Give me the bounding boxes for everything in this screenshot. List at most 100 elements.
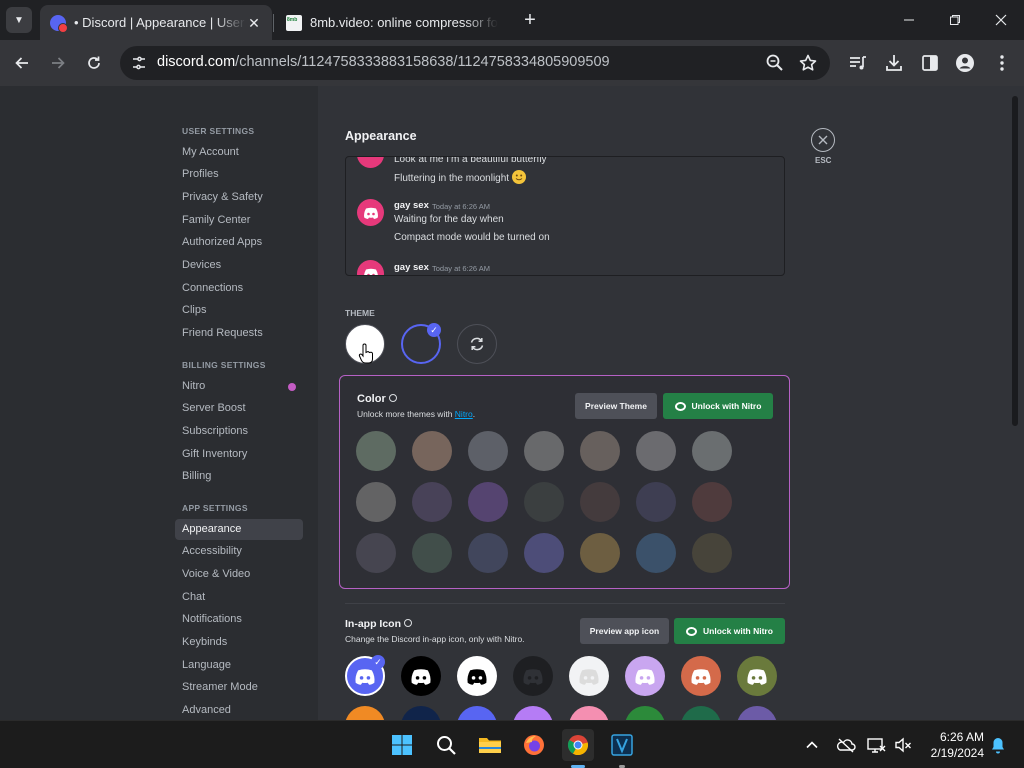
notification-bell-icon[interactable] (988, 735, 1008, 755)
sidebar-item-friend-requests[interactable]: Friend Requests (175, 323, 303, 344)
sidebar-item-notifications[interactable]: Notifications (175, 609, 303, 630)
unlock-nitro-button[interactable]: Unlock with Nitro (663, 393, 773, 419)
taskbar-firefox[interactable] (518, 729, 550, 761)
sidebar-item-language[interactable]: Language (175, 655, 303, 676)
color-swatch[interactable] (524, 533, 564, 573)
app-icon-option[interactable] (681, 656, 721, 696)
sidebar-item-privacy-safety[interactable]: Privacy & Safety (175, 187, 303, 208)
media-controls-icon[interactable] (847, 52, 869, 74)
sidebar-item-authorized-apps[interactable]: Authorized Apps (175, 232, 303, 253)
site-settings-icon[interactable] (130, 54, 148, 72)
color-swatch[interactable] (636, 533, 676, 573)
sidebar-item-keybinds[interactable]: Keybinds (175, 632, 303, 653)
app-icon-option[interactable] (457, 706, 497, 720)
forward-arrow-icon[interactable] (44, 49, 72, 77)
app-icon-option[interactable] (625, 706, 665, 720)
chrome-menu-icon[interactable] (991, 52, 1013, 74)
sidebar-item-voice-video[interactable]: Voice & Video (175, 564, 303, 585)
theme-sync-option[interactable] (457, 324, 497, 364)
sidebar-item-streamer-mode[interactable]: Streamer Mode (175, 677, 303, 698)
color-swatch[interactable] (580, 431, 620, 471)
sidebar-item-advanced[interactable]: Advanced (175, 700, 303, 720)
sidebar-item-subscriptions[interactable]: Subscriptions (175, 421, 303, 442)
app-icon-option[interactable] (569, 706, 609, 720)
restore-window-icon[interactable] (932, 0, 978, 40)
close-tab-icon[interactable]: ✕ (246, 15, 262, 31)
nitro-link[interactable]: Nitro (455, 409, 473, 419)
sidebar-item-billing[interactable]: Billing (175, 466, 303, 487)
volume-muted-icon[interactable] (893, 735, 913, 755)
color-swatch[interactable] (468, 482, 508, 522)
taskbar-file-explorer[interactable] (474, 729, 506, 761)
unlock-nitro-icon-button[interactable]: Unlock with Nitro (674, 618, 785, 644)
taskbar-search-button[interactable] (430, 729, 462, 761)
app-icon-option[interactable] (513, 656, 553, 696)
sidebar-item-accessibility[interactable]: Accessibility (175, 541, 303, 562)
color-swatch[interactable] (524, 482, 564, 522)
message-author[interactable]: gay sex (394, 262, 429, 273)
sidebar-item-my-account[interactable]: My Account (175, 142, 303, 163)
color-swatch[interactable] (692, 533, 732, 573)
tab-8mb-video[interactable]: 8mb.video: online compressor for (276, 5, 508, 40)
downloads-icon[interactable] (883, 52, 905, 74)
color-swatch[interactable] (692, 431, 732, 471)
app-icon-option[interactable] (681, 706, 721, 720)
app-icon-option[interactable] (625, 656, 665, 696)
color-swatch[interactable] (524, 431, 564, 471)
tray-overflow-chevron-icon[interactable] (802, 735, 822, 755)
preview-theme-button[interactable]: Preview Theme (575, 393, 657, 419)
back-arrow-icon[interactable] (8, 49, 36, 77)
app-icon-option[interactable] (401, 706, 441, 720)
app-icon-option[interactable] (457, 656, 497, 696)
close-settings-button[interactable] (811, 128, 835, 152)
color-swatch[interactable] (580, 482, 620, 522)
taskbar-chrome[interactable] (562, 729, 594, 761)
app-icon-option[interactable] (345, 706, 385, 720)
sidebar-item-profiles[interactable]: Profiles (175, 164, 303, 185)
network-icon[interactable] (866, 735, 886, 755)
sidebar-item-server-boost[interactable]: Server Boost (175, 398, 303, 419)
app-icon-option[interactable] (569, 656, 609, 696)
app-icon-option[interactable] (401, 656, 441, 696)
tab-search-dropdown-icon[interactable]: ▼ (6, 7, 32, 33)
color-swatch[interactable] (356, 431, 396, 471)
sidebar-item-clips[interactable]: Clips (175, 300, 303, 321)
onedrive-offline-icon[interactable] (836, 735, 856, 755)
sidebar-item-gift-inventory[interactable]: Gift Inventory (175, 444, 303, 465)
taskbar-vegas-app[interactable] (606, 729, 638, 761)
sidebar-item-connections[interactable]: Connections (175, 278, 303, 299)
color-swatch[interactable] (692, 482, 732, 522)
sidebar-item-chat[interactable]: Chat (175, 587, 303, 608)
sidebar-item-nitro[interactable]: Nitro (175, 376, 303, 397)
start-button[interactable] (386, 729, 418, 761)
color-swatch[interactable] (580, 533, 620, 573)
sidebar-item-devices[interactable]: Devices (175, 255, 303, 276)
close-window-icon[interactable] (978, 0, 1024, 40)
minimize-window-icon[interactable] (886, 0, 932, 40)
side-panel-icon[interactable] (919, 52, 941, 74)
color-swatch[interactable] (468, 533, 508, 573)
app-icon-option[interactable] (513, 706, 553, 720)
app-icon-option[interactable] (737, 706, 777, 720)
app-icon-option[interactable] (737, 656, 777, 696)
color-swatch[interactable] (356, 533, 396, 573)
new-tab-button[interactable]: + (518, 9, 542, 33)
message-author[interactable]: gay sex (394, 200, 429, 211)
color-swatch[interactable] (412, 482, 452, 522)
content-scrollbar[interactable] (1012, 96, 1018, 426)
preview-app-icon-button[interactable]: Preview app icon (580, 618, 669, 644)
zoom-icon[interactable] (765, 53, 785, 73)
reload-icon[interactable] (80, 49, 108, 77)
sidebar-item-family-center[interactable]: Family Center (175, 210, 303, 231)
color-swatch[interactable] (356, 482, 396, 522)
color-swatch[interactable] (636, 482, 676, 522)
bookmark-star-icon[interactable] (798, 53, 818, 73)
color-swatch[interactable] (412, 533, 452, 573)
color-swatch[interactable] (636, 431, 676, 471)
address-bar[interactable]: discord.com/channels/1124758333883158638… (120, 46, 830, 80)
system-clock[interactable]: 6:26 AM 2/19/2024 (918, 729, 984, 761)
tab-discord[interactable]: • Discord | Appearance | User Settings ✕ (40, 5, 272, 40)
color-swatch[interactable] (412, 431, 452, 471)
profile-avatar-icon[interactable] (954, 52, 976, 74)
color-swatch[interactable] (468, 431, 508, 471)
